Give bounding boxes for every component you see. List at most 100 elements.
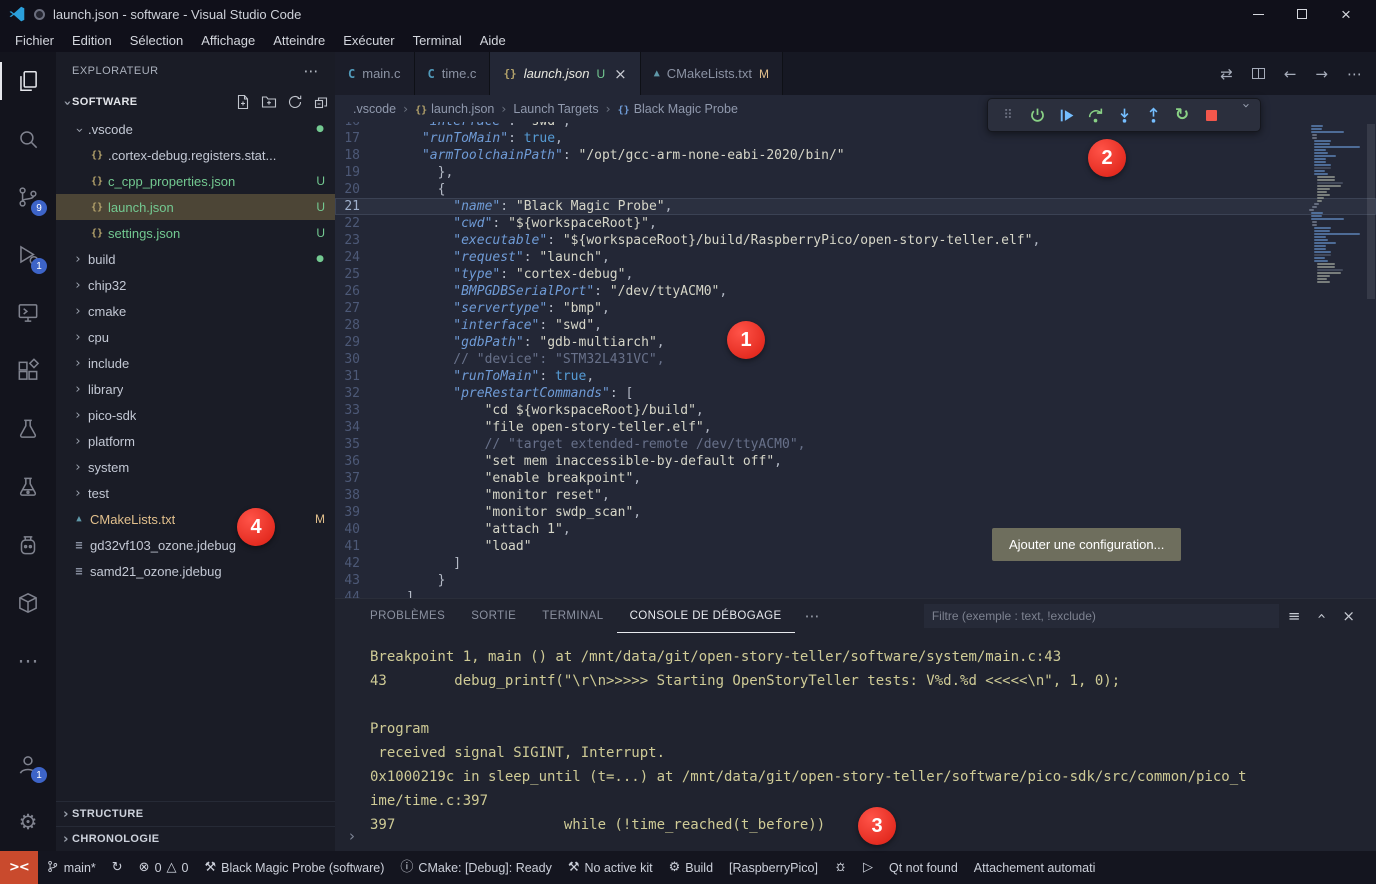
close-tab-icon[interactable]: ×: [614, 65, 627, 83]
code-line-37[interactable]: 37 "enable breakpoint",: [335, 470, 1376, 487]
tree-item-platform[interactable]: ›platform: [56, 428, 335, 454]
code-line-23[interactable]: 23 "executable": "${workspaceRoot}/build…: [335, 232, 1376, 249]
code-line-40[interactable]: 40 "attach 1",: [335, 521, 1376, 538]
menu-terminal[interactable]: Terminal: [404, 28, 471, 52]
close-button[interactable]: ×: [1324, 0, 1368, 28]
activity-more[interactable]: ⋯: [0, 632, 56, 690]
menu-aide[interactable]: Aide: [471, 28, 515, 52]
console-prompt-icon[interactable]: ›: [349, 827, 355, 845]
tree-item-pico-sdk[interactable]: ›pico-sdk: [56, 402, 335, 428]
collapse-panel-icon[interactable]: ›: [1312, 613, 1330, 619]
tab-main-c[interactable]: Cmain.c: [335, 52, 415, 95]
activity-settings[interactable]: ⚙: [0, 793, 56, 851]
code-line-30[interactable]: 30 // "device": "STM32L431VC",: [335, 351, 1376, 368]
timeline-section[interactable]: › CHRONOLOGIE: [56, 826, 335, 851]
go-back-icon[interactable]: ←: [1284, 65, 1297, 83]
refresh-icon[interactable]: [287, 94, 303, 110]
debug-filter-input[interactable]: [924, 604, 1279, 628]
workspace-section-header[interactable]: › SOFTWARE: [56, 90, 335, 114]
tab-launch-json[interactable]: {}launch.jsonU×: [490, 52, 640, 95]
explorer-more-actions-icon[interactable]: ⋯: [304, 62, 320, 80]
activity-source-control[interactable]: 9: [0, 168, 56, 226]
stop-icon[interactable]: [1199, 102, 1223, 128]
code-line-20[interactable]: 20 {: [335, 181, 1376, 198]
go-forward-icon[interactable]: →: [1315, 65, 1328, 83]
code-line-28[interactable]: 28 "interface": "swd",: [335, 317, 1376, 334]
collapse-all-icon[interactable]: [313, 94, 329, 110]
code-line-21[interactable]: 21 "name": "Black Magic Probe",: [335, 198, 1376, 215]
code-editor[interactable]: 16 "interface": "swd",17 "runToMain": tr…: [335, 122, 1376, 598]
breadcrumb-item-black-magic-probe[interactable]: {}Black Magic Probe: [618, 102, 738, 116]
activity-remote-explorer[interactable]: [0, 284, 56, 342]
tree-item-c-cpp-properties-json[interactable]: {}c_cpp_properties.jsonU: [56, 168, 335, 194]
code-line-44[interactable]: 44 ]: [335, 589, 1376, 598]
tree-item-include[interactable]: ›include: [56, 350, 335, 376]
continue-icon[interactable]: [1054, 102, 1078, 128]
tree-item-cpu[interactable]: ›cpu: [56, 324, 335, 350]
more-actions-icon[interactable]: ⋯: [1347, 65, 1362, 83]
code-line-18[interactable]: 18 "armToolchainPath": "/opt/gcc-arm-non…: [335, 147, 1376, 164]
step-out-icon[interactable]: [1141, 102, 1165, 128]
panel-tab-sortie[interactable]: SORTIE: [458, 599, 529, 633]
menu-s-lection[interactable]: Sélection: [121, 28, 192, 52]
activity-package[interactable]: [0, 574, 56, 632]
close-panel-icon[interactable]: ×: [1333, 607, 1364, 625]
add-configuration-button[interactable]: Ajouter une configuration...: [992, 528, 1181, 561]
menu-atteindre[interactable]: Atteindre: [264, 28, 334, 52]
status-cmake-status[interactable]: ⓘCMake: [Debug]: Ready: [392, 851, 559, 884]
activity-explorer[interactable]: [0, 52, 56, 110]
minimap[interactable]: [1306, 124, 1362, 424]
split-editor-icon[interactable]: [1252, 68, 1265, 79]
code-line-22[interactable]: 22 "cwd": "${workspaceRoot}",: [335, 215, 1376, 232]
breadcrumb-item-vscode[interactable]: .vscode: [353, 102, 396, 116]
code-line-17[interactable]: 17 "runToMain": true,: [335, 130, 1376, 147]
activity-testing[interactable]: [0, 400, 56, 458]
structure-section[interactable]: › STRUCTURE: [56, 801, 335, 826]
maximize-button[interactable]: [1280, 0, 1324, 28]
status-sync[interactable]: ↻: [104, 851, 131, 884]
code-line-42[interactable]: 42 ]: [335, 555, 1376, 572]
menu-edition[interactable]: Edition: [63, 28, 121, 52]
breadcrumb-item-launch-targets[interactable]: Launch Targets: [513, 102, 598, 116]
code-line-35[interactable]: 35 // "target extended-remote /dev/ttyAC…: [335, 436, 1376, 453]
activity-test-flask[interactable]: [0, 458, 56, 516]
code-line-27[interactable]: 27 "servertype": "bmp",: [335, 300, 1376, 317]
tree-item-gd32vf103-ozone-jdebug[interactable]: ≡gd32vf103_ozone.jdebug: [56, 532, 335, 558]
status-debug-launch[interactable]: [826, 851, 855, 884]
restart-icon[interactable]: ↻: [1170, 102, 1194, 128]
status-git-branch[interactable]: main*: [38, 851, 104, 884]
menu-fichier[interactable]: Fichier: [6, 28, 63, 52]
new-file-icon[interactable]: [235, 94, 251, 110]
panel-tab-console-de-d-bogage[interactable]: CONSOLE DE DÉBOGAGE: [617, 599, 795, 633]
activity-search[interactable]: [0, 110, 56, 168]
panel-tab-terminal[interactable]: TERMINAL: [529, 599, 616, 633]
compare-changes-icon[interactable]: ⇄: [1220, 65, 1233, 83]
code-line-32[interactable]: 32 "preRestartCommands": [: [335, 385, 1376, 402]
tree-item-system[interactable]: ›system: [56, 454, 335, 480]
code-line-25[interactable]: 25 "type": "cortex-debug",: [335, 266, 1376, 283]
power-icon[interactable]: [1025, 102, 1049, 128]
code-line-29[interactable]: 29 "gdbPath": "gdb-multiarch",: [335, 334, 1376, 351]
code-line-24[interactable]: 24 "request": "launch",: [335, 249, 1376, 266]
panel-more-icon[interactable]: ⋯: [795, 607, 830, 625]
status-qt-status[interactable]: Qt not found: [881, 851, 966, 884]
tab-cmakelists-txt[interactable]: ▲CMakeLists.txtM: [641, 52, 783, 95]
step-into-icon[interactable]: [1112, 102, 1136, 128]
status-cmake-kit[interactable]: ⚒No active kit: [560, 851, 661, 884]
menu-ex-cuter[interactable]: Exécuter: [334, 28, 403, 52]
status-run-launch[interactable]: ▷: [855, 851, 881, 884]
code-line-39[interactable]: 39 "monitor swdp_scan",: [335, 504, 1376, 521]
tree-item-settings-json[interactable]: {}settings.jsonU: [56, 220, 335, 246]
status-debug-target[interactable]: ⚒Black Magic Probe (software): [196, 851, 392, 884]
status-cmake-target[interactable]: [RaspberryPico]: [721, 851, 826, 884]
tree-item-library[interactable]: ›library: [56, 376, 335, 402]
tab-time-c[interactable]: Ctime.c: [415, 52, 491, 95]
minimize-button[interactable]: [1236, 0, 1280, 28]
tree-item-launch-json[interactable]: {}launch.jsonU: [56, 194, 335, 220]
menu-affichage[interactable]: Affichage: [192, 28, 264, 52]
filter-lines-icon[interactable]: ≡: [1279, 607, 1310, 625]
new-folder-icon[interactable]: [261, 94, 277, 110]
code-line-31[interactable]: 31 "runToMain": true,: [335, 368, 1376, 385]
tree-item-cmakelists-txt[interactable]: ▲CMakeLists.txtM: [56, 506, 335, 532]
activity-extensions[interactable]: [0, 342, 56, 400]
